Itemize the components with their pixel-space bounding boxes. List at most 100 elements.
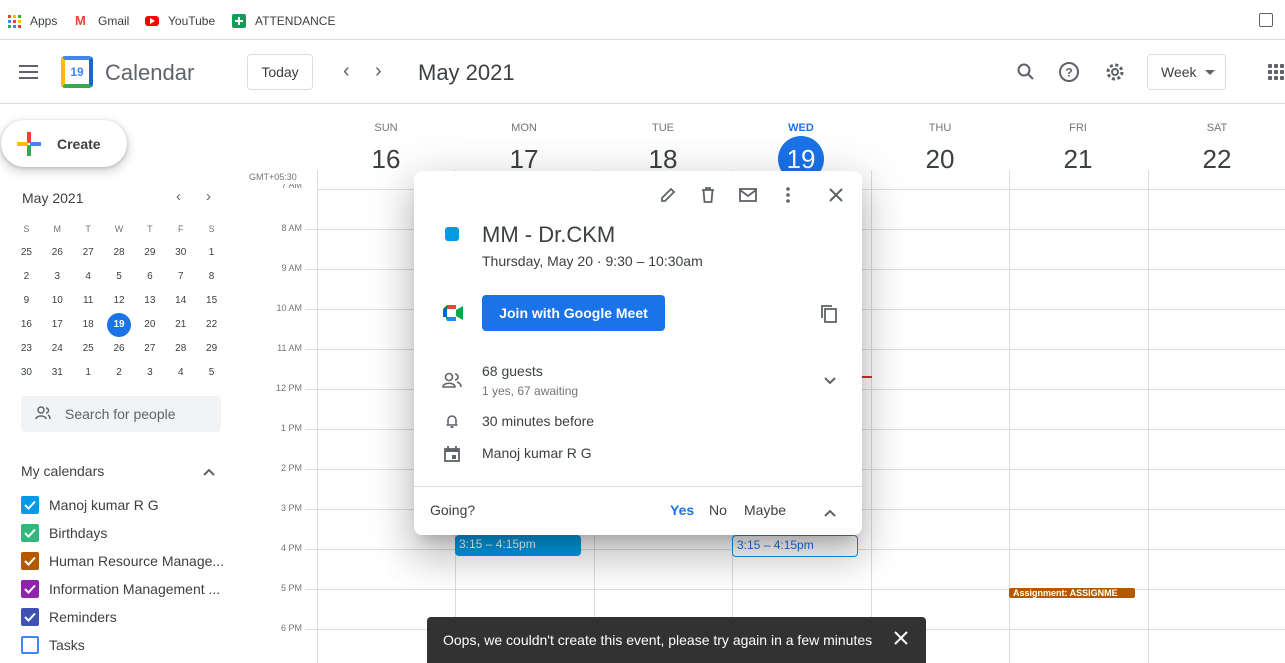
delete-icon[interactable] <box>698 185 718 205</box>
mini-calendar-day[interactable]: 4 <box>165 361 196 385</box>
bookmark-youtube[interactable]: YouTube <box>145 12 215 30</box>
bookmark-gmail[interactable]: M Gmail <box>75 12 129 30</box>
close-icon[interactable] <box>826 185 846 205</box>
calendar-checkbox[interactable] <box>21 580 39 598</box>
main-menu-icon[interactable] <box>19 65 38 83</box>
mini-calendar-day[interactable]: 12 <box>104 289 135 313</box>
calendar-item[interactable]: Birthdays <box>21 524 226 542</box>
mini-calendar-day[interactable]: 10 <box>42 289 73 313</box>
mini-calendar-day[interactable]: 29 <box>196 337 227 361</box>
calendar-item[interactable]: Human Resource Manage... <box>21 552 226 570</box>
mini-calendar-day[interactable]: 30 <box>165 241 196 265</box>
calendar-checkbox[interactable] <box>21 552 39 570</box>
mini-calendar-day[interactable]: 20 <box>134 313 165 337</box>
chevron-down-icon[interactable] <box>820 371 840 391</box>
mini-calendar-day[interactable]: 25 <box>73 337 104 361</box>
mini-calendar-day[interactable]: 30 <box>11 361 42 385</box>
mini-calendar-day[interactable]: 14 <box>165 289 196 313</box>
mini-calendar-day[interactable]: 26 <box>42 241 73 265</box>
mini-calendar-day[interactable]: 27 <box>134 337 165 361</box>
mini-calendar-day[interactable]: 27 <box>73 241 104 265</box>
close-icon[interactable] <box>892 630 910 648</box>
mini-calendar-day[interactable]: 19 <box>104 313 135 337</box>
edit-icon[interactable] <box>658 185 678 205</box>
bookmark-attendance[interactable]: ATTENDANCE <box>232 12 335 30</box>
mini-calendar-day[interactable]: 16 <box>11 313 42 337</box>
mini-calendar-day[interactable]: 11 <box>73 289 104 313</box>
today-button[interactable]: Today <box>247 54 313 90</box>
mini-calendar-day[interactable]: 23 <box>11 337 42 361</box>
help-icon[interactable]: ? <box>1057 60 1081 84</box>
chevron-left-icon[interactable]: ‹ <box>343 60 350 83</box>
mini-calendar-day[interactable]: 3 <box>134 361 165 385</box>
create-button[interactable]: Create <box>1 120 127 167</box>
reading-list-icon[interactable] <box>1259 13 1273 27</box>
day-date-button[interactable]: 22 <box>1148 144 1285 175</box>
mini-calendar-day[interactable]: 28 <box>104 241 135 265</box>
view-selector[interactable]: Week <box>1147 54 1226 90</box>
mini-calendar-day[interactable]: 4 <box>73 265 104 289</box>
rsvp-yes-button[interactable]: Yes <box>670 502 694 518</box>
chevron-right-icon[interactable]: › <box>206 188 211 205</box>
mini-calendar-day[interactable]: 18 <box>73 313 104 337</box>
mini-calendar-day[interactable]: 2 <box>11 265 42 289</box>
mini-calendar-day[interactable]: 28 <box>165 337 196 361</box>
bookmarks-bar: Apps M Gmail YouTube ATTENDANCE <box>0 0 1285 40</box>
calendar-checkbox[interactable] <box>21 636 39 654</box>
calendar-item[interactable]: Reminders <box>21 608 226 626</box>
copy-icon[interactable] <box>820 304 838 324</box>
search-icon[interactable] <box>1014 60 1038 84</box>
mini-calendar-day[interactable]: 13 <box>134 289 165 313</box>
mini-calendar-day[interactable]: 31 <box>42 361 73 385</box>
mini-calendar-day[interactable]: 8 <box>196 265 227 289</box>
bookmark-apps[interactable]: Apps <box>8 12 57 30</box>
day-date-button[interactable]: 21 <box>1009 144 1147 175</box>
calendar-item[interactable]: Tasks <box>21 636 226 654</box>
chevron-up-icon[interactable] <box>820 503 840 523</box>
chevron-right-icon[interactable]: › <box>375 60 382 83</box>
mini-calendar-day[interactable]: 15 <box>196 289 227 313</box>
join-meet-button[interactable]: Join with Google Meet <box>482 295 665 331</box>
mini-calendar-day[interactable]: 26 <box>104 337 135 361</box>
mini-dow: S <box>23 224 30 234</box>
calendar-checkbox[interactable] <box>21 496 39 514</box>
event-chip-monday[interactable]: 3:15 – 4:15pm <box>455 535 581 556</box>
mini-calendar-day[interactable]: 29 <box>134 241 165 265</box>
event-chip-wednesday[interactable]: 3:15 – 4:15pm <box>732 535 858 557</box>
mini-calendar-day[interactable]: 1 <box>196 241 227 265</box>
event-chip-assignment[interactable]: Assignment: ASSIGNME <box>1009 588 1135 598</box>
chevron-up-icon[interactable] <box>203 464 215 479</box>
chevron-left-icon[interactable]: ‹ <box>176 188 181 205</box>
calendar-item[interactable]: Information Management ... <box>21 580 226 598</box>
mini-calendar-day[interactable]: 1 <box>73 361 104 385</box>
calendar-item[interactable]: Manoj kumar R G <box>21 496 226 514</box>
time-label: 9 AM <box>281 263 302 273</box>
rsvp-maybe-button[interactable]: Maybe <box>744 502 786 518</box>
mini-calendar-day[interactable]: 9 <box>11 289 42 313</box>
mini-calendar-day[interactable]: 5 <box>196 361 227 385</box>
event-title: Assignment: ASSIGNME <box>1013 588 1118 598</box>
mini-calendar-day[interactable]: 24 <box>42 337 73 361</box>
mini-calendar-day[interactable]: 3 <box>42 265 73 289</box>
rsvp-no-button[interactable]: No <box>709 502 727 518</box>
mini-calendar-day[interactable]: 7 <box>165 265 196 289</box>
day-date-button[interactable]: 20 <box>871 144 1009 175</box>
mini-calendar-day[interactable]: 25 <box>11 241 42 265</box>
mini-day-number: 26 <box>51 247 63 258</box>
calendar-checkbox[interactable] <box>21 524 39 542</box>
mini-day-number: 6 <box>147 271 153 282</box>
mini-day-number: 4 <box>177 367 184 378</box>
mini-calendar-day[interactable]: 2 <box>104 361 135 385</box>
mini-calendar-day[interactable]: 22 <box>196 313 227 337</box>
calendar-checkbox[interactable] <box>21 608 39 626</box>
google-apps-icon[interactable] <box>1268 64 1285 80</box>
email-icon[interactable] <box>738 185 758 205</box>
mini-calendar-day[interactable]: 5 <box>104 265 135 289</box>
mini-calendar-day[interactable]: 17 <box>42 313 73 337</box>
search-people-input[interactable]: Search for people <box>21 396 221 432</box>
mini-calendar-day[interactable]: 21 <box>165 313 196 337</box>
mini-calendar-day[interactable]: 6 <box>134 265 165 289</box>
popup-divider <box>414 486 862 487</box>
gear-icon[interactable] <box>1103 60 1127 84</box>
more-options-icon[interactable] <box>778 185 798 205</box>
